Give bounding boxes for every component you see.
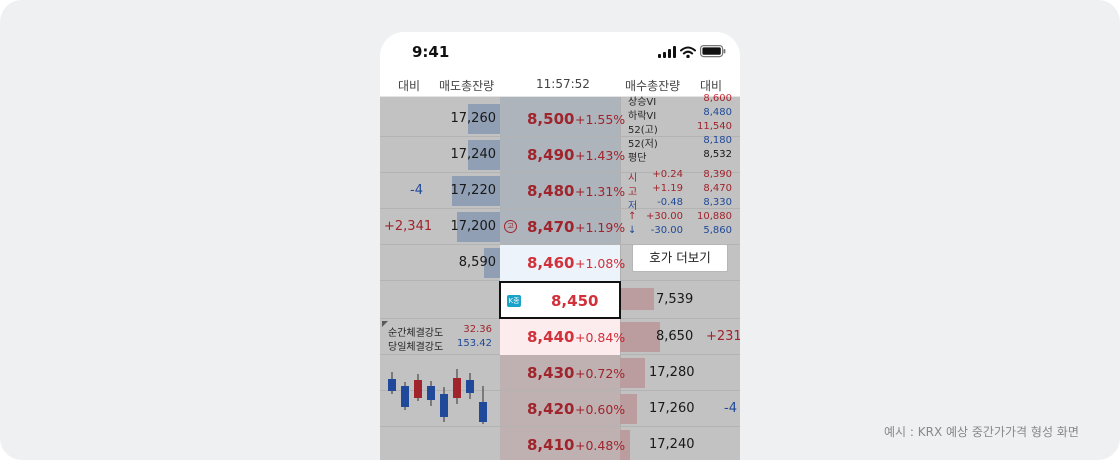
header-change-right: 대비 [700,79,723,93]
next-ask-price: 8,460 [527,254,575,272]
more-quotes-button[interactable]: 호가 더보기 [632,244,728,272]
header-change-left: 대비 [398,79,421,93]
status-bar: 9:41 [380,32,740,72]
battery-icon [700,45,726,58]
next-bid-cell[interactable]: 8,440 +0.84% [500,319,625,355]
header-time: 11:57:52 [536,77,590,91]
next-bid-percent: +0.84% [575,330,626,345]
status-icons [658,45,726,59]
example-caption: 예시 : KRX 예상 중간가가격 형성 화면 [884,425,1079,439]
orderbook: 17,260 8,500 +1.55% 17,240 8,490 +1.43% … [380,93,740,460]
expected-price: 8,450 [551,292,599,310]
phone-frame: 9:41 대비 매도총잔량 11:57:52 매수총잔량 대비 17,260 8… [380,32,740,460]
krx-badge-icon: K종 [507,295,521,307]
wifi-icon [680,46,696,58]
expected-price-cell[interactable]: K종 8,450 [499,281,621,319]
signal-icon [658,46,676,58]
header-sell-total: 매도총잔량 [439,79,495,93]
next-bid-price: 8,440 [527,328,575,346]
header-buy-total: 매수총잔량 [625,79,681,93]
next-ask-percent: +1.08% [575,256,626,271]
next-ask-cell[interactable]: 8,460 +1.08% [500,245,625,281]
status-time: 9:41 [412,43,450,61]
